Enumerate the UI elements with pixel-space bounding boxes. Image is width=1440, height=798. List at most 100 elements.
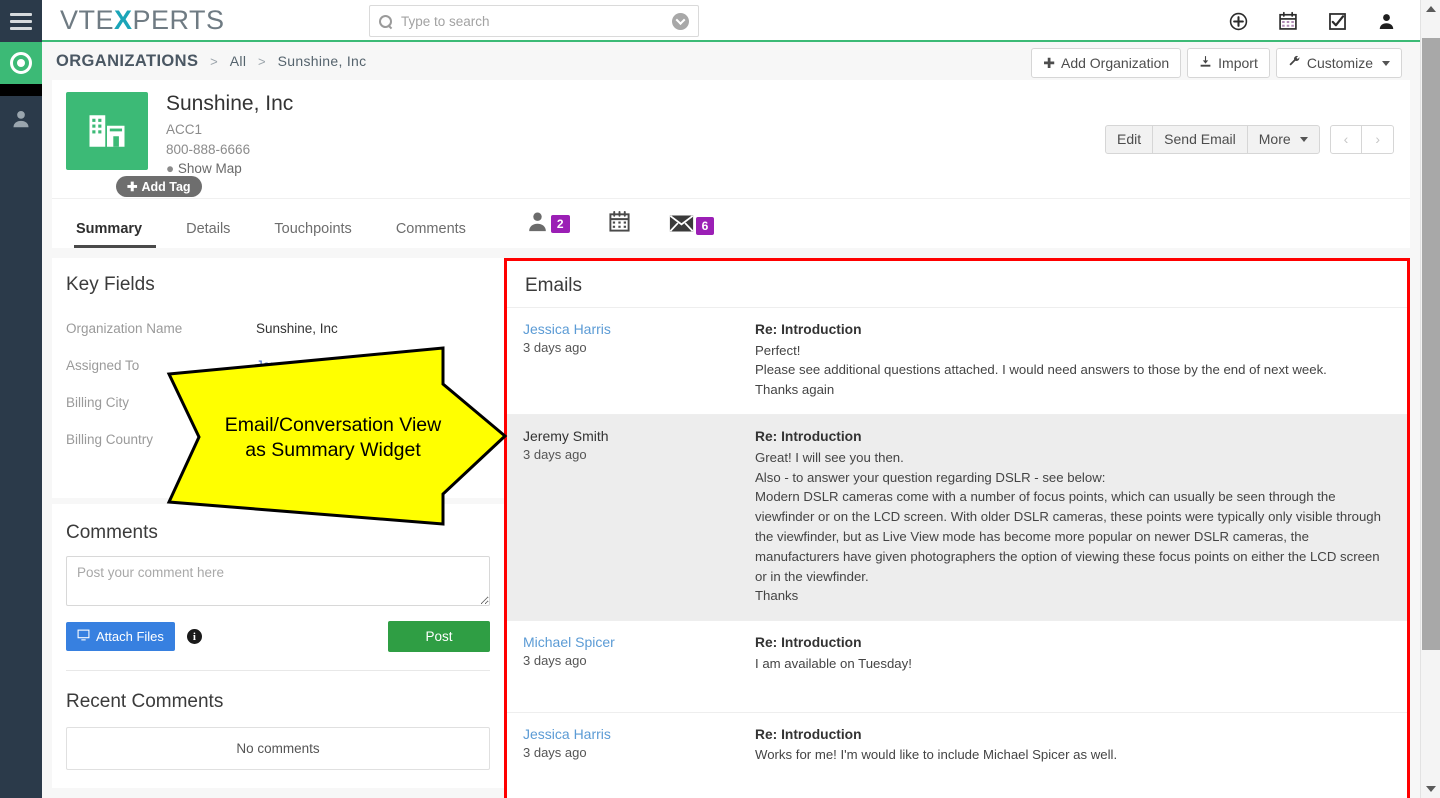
- email-subject: Re: Introduction: [755, 633, 1383, 654]
- email-line: Perfect!: [755, 341, 1383, 361]
- recent-comments-section: Recent Comments No comments: [66, 671, 490, 770]
- comment-input[interactable]: [66, 556, 490, 606]
- email-list-item[interactable]: Jessica Harris 3 days ago Re: Introducti…: [507, 307, 1407, 414]
- menu-icon[interactable]: [0, 0, 42, 42]
- customize-button[interactable]: Customize: [1276, 48, 1402, 78]
- rail-module-icon[interactable]: [0, 42, 42, 84]
- email-sender-block: Michael Spicer 3 days ago: [515, 633, 755, 697]
- chevron-up-icon: [1426, 6, 1436, 12]
- email-sender[interactable]: Michael Spicer: [523, 633, 755, 652]
- import-label: Import: [1218, 56, 1258, 71]
- scroll-down-button[interactable]: [1421, 780, 1440, 798]
- customize-label: Customize: [1307, 56, 1373, 71]
- breadcrumb-all[interactable]: All: [230, 53, 246, 69]
- key-field-value: Sunshine, Inc: [256, 321, 338, 336]
- next-record-button[interactable]: ›: [1361, 125, 1394, 154]
- add-circle-icon[interactable]: [1229, 12, 1248, 31]
- breadcrumb: ORGANIZATIONS > All > Sunshine, Inc: [56, 52, 366, 71]
- send-email-button[interactable]: Send Email: [1152, 125, 1248, 154]
- emails-title: Emails: [525, 275, 1389, 297]
- assigned-to-link[interactable]: Jeremy Smith: [256, 358, 339, 373]
- key-fields-card: Key Fields Organization Name Sunshine, I…: [52, 258, 504, 498]
- logo-part-2: PERTS: [133, 5, 225, 35]
- chevron-down-icon: [1382, 61, 1390, 66]
- email-body: Re: Introduction I am available on Tuesd…: [755, 633, 1389, 697]
- chevron-down-icon: [1426, 786, 1436, 792]
- chevron-down-icon[interactable]: [672, 13, 689, 30]
- email-subject: Re: Introduction: [755, 320, 1383, 341]
- email-list-item[interactable]: Jessica Harris 3 days ago Re: Introducti…: [507, 712, 1407, 798]
- email-sender[interactable]: Jessica Harris: [523, 725, 755, 744]
- search-icon: [379, 15, 392, 28]
- emails-badge: 6: [696, 217, 715, 235]
- calendar-icon[interactable]: [1278, 11, 1298, 31]
- email-sender: Jeremy Smith: [523, 427, 755, 446]
- left-rail: [0, 0, 42, 798]
- rail-user-icon[interactable]: [0, 96, 42, 142]
- right-column: Emails Jessica Harris 3 days ago Re: Int…: [504, 258, 1410, 798]
- tab-contacts[interactable]: 2: [516, 210, 580, 248]
- left-column: Key Fields Organization Name Sunshine, I…: [52, 258, 504, 788]
- email-list-item[interactable]: Michael Spicer 3 days ago Re: Introducti…: [507, 620, 1407, 711]
- email-sender-block: Jessica Harris 3 days ago: [515, 320, 755, 400]
- email-body: Re: Introduction Works for me! I'm would…: [755, 725, 1389, 789]
- tab-calendar[interactable]: [598, 210, 641, 248]
- breadcrumb-record[interactable]: Sunshine, Inc: [278, 53, 367, 69]
- tab-emails[interactable]: 6: [659, 214, 725, 248]
- key-field-label: Organization Name: [66, 321, 256, 336]
- more-label: More: [1259, 132, 1291, 147]
- app-logo[interactable]: VTEXPERTS: [60, 5, 225, 36]
- edit-button[interactable]: Edit: [1105, 125, 1153, 154]
- email-sender[interactable]: Jessica Harris: [523, 320, 755, 339]
- email-line: Great! I will see you then.: [755, 448, 1383, 468]
- emails-widget: Emails Jessica Harris 3 days ago Re: Int…: [504, 258, 1410, 798]
- email-line: Please see additional questions attached…: [755, 360, 1383, 380]
- import-button[interactable]: Import: [1187, 48, 1270, 78]
- email-list-item[interactable]: Jeremy Smith 3 days ago Re: Introduction…: [507, 414, 1407, 620]
- show-map-link[interactable]: ● Show Map: [166, 159, 1396, 179]
- top-icon-group: [1229, 0, 1396, 42]
- tab-details[interactable]: Details: [164, 222, 252, 249]
- tab-comments[interactable]: Comments: [374, 222, 488, 249]
- attach-files-label: Attach Files: [96, 629, 164, 644]
- tasks-icon[interactable]: [1328, 12, 1347, 31]
- record-nav-group: ‹ ›: [1330, 125, 1394, 154]
- add-organization-button[interactable]: ✚ Add Organization: [1031, 48, 1181, 78]
- email-timestamp: 3 days ago: [523, 652, 755, 671]
- attach-files-button[interactable]: Attach Files: [66, 622, 175, 651]
- key-field-row: Organization Name Sunshine, Inc: [66, 310, 490, 347]
- key-field-label: Billing Country: [66, 432, 256, 447]
- key-field-label: Assigned To: [66, 358, 256, 373]
- breadcrumb-module[interactable]: ORGANIZATIONS: [56, 52, 198, 70]
- wrench-icon: [1288, 55, 1301, 71]
- import-icon: [1199, 55, 1212, 71]
- contacts-badge: 2: [551, 215, 570, 233]
- logo-x: X: [114, 5, 133, 35]
- scrollbar-thumb[interactable]: [1422, 38, 1440, 650]
- search-box[interactable]: [369, 5, 699, 37]
- no-comments-message: No comments: [66, 727, 490, 770]
- content-area: ORGANIZATIONS > All > Sunshine, Inc ✚ Ad…: [42, 42, 1420, 798]
- post-comment-button[interactable]: Post: [388, 621, 490, 652]
- add-tag-button[interactable]: ✚ Add Tag: [116, 176, 202, 197]
- vertical-scrollbar[interactable]: [1420, 0, 1440, 798]
- record-action-group: Edit Send Email More: [1105, 125, 1320, 154]
- monitor-icon: [77, 629, 90, 644]
- more-button[interactable]: More: [1247, 125, 1320, 154]
- key-field-row: Billing Country: [66, 421, 490, 458]
- email-timestamp: 3 days ago: [523, 339, 755, 358]
- info-icon[interactable]: i: [187, 629, 202, 644]
- logo-part-1: VTE: [60, 5, 114, 35]
- plus-icon: ✚: [1043, 56, 1055, 71]
- tab-touchpoints[interactable]: Touchpoints: [252, 222, 373, 249]
- scroll-up-button[interactable]: [1421, 0, 1440, 18]
- tab-summary[interactable]: Summary: [66, 222, 164, 249]
- top-bar: VTEXPERTS: [42, 0, 1440, 42]
- user-account-icon[interactable]: [1377, 12, 1396, 31]
- previous-record-button[interactable]: ‹: [1330, 125, 1363, 154]
- chevron-down-icon: [1300, 137, 1308, 142]
- main-region: Key Fields Organization Name Sunshine, I…: [52, 258, 1410, 798]
- plus-icon: ✚: [127, 179, 137, 194]
- recent-comments-title: Recent Comments: [66, 691, 490, 713]
- search-input[interactable]: [399, 13, 672, 30]
